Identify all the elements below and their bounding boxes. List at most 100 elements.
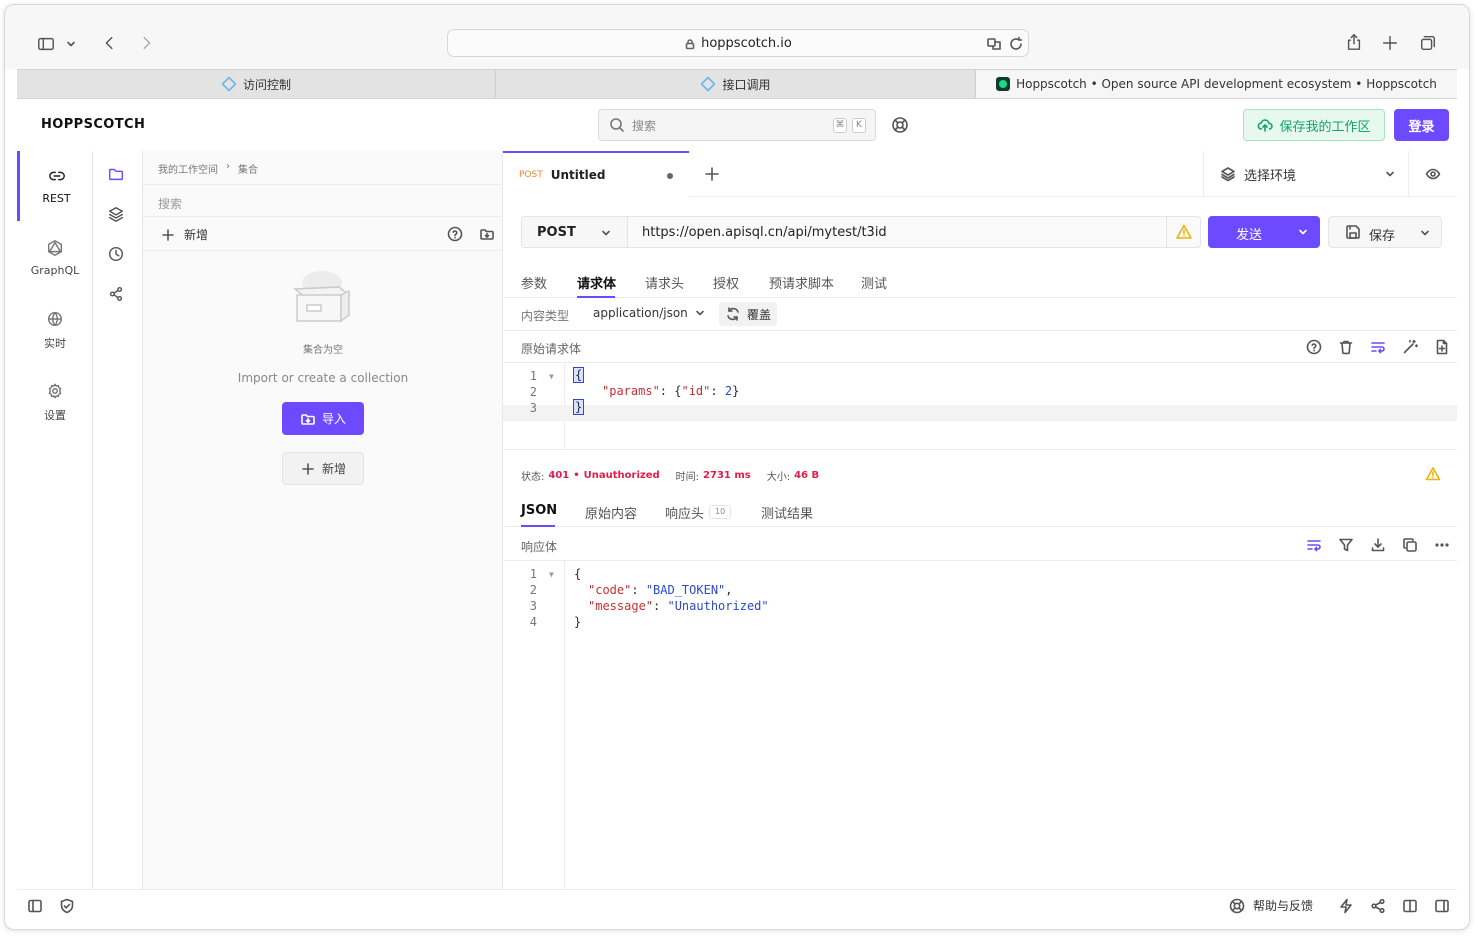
fold-arrow-icon[interactable]: ▼	[549, 570, 554, 579]
magic-wand-icon[interactable]	[1402, 339, 1418, 355]
trash-icon[interactable]	[1338, 339, 1354, 355]
secondary-nav	[93, 151, 143, 889]
nav-graphql[interactable]: GraphQL	[17, 223, 93, 293]
add-tab-icon[interactable]	[703, 165, 721, 183]
new-tab-icon[interactable]	[1381, 34, 1399, 52]
reload-icon[interactable]	[1008, 36, 1024, 52]
help-lifebuoy-icon[interactable]	[891, 116, 909, 134]
sidebar-collapse-icon[interactable]	[27, 898, 43, 914]
method-select[interactable]: POST	[521, 216, 627, 248]
help-icon[interactable]	[1306, 339, 1322, 355]
import-folder-icon[interactable]	[479, 226, 495, 242]
chevron-down-icon[interactable]	[65, 38, 77, 50]
create-collection-button[interactable]: 新增	[282, 452, 364, 485]
content-type-value: application/json	[593, 306, 688, 320]
folder-icon[interactable]	[107, 165, 125, 183]
layers-icon[interactable]	[107, 205, 125, 223]
line-number: 3	[529, 599, 537, 613]
search-placeholder: 搜索	[632, 119, 657, 133]
content-type-label: 内容类型	[521, 309, 570, 323]
history-icon[interactable]	[107, 245, 125, 263]
wrap-lines-icon[interactable]	[1370, 339, 1386, 355]
status-text: Unauthorized	[583, 470, 660, 481]
chevron-down-icon[interactable]	[1419, 227, 1431, 239]
environment-selector[interactable]: 选择环境	[1203, 151, 1409, 197]
lightning-icon[interactable]	[1338, 898, 1354, 914]
browser-tab-active[interactable]: Hoppscotch • Open source API development…	[976, 70, 1457, 98]
breadcrumb-collections[interactable]: 集合	[238, 161, 258, 176]
nav-rest[interactable]: REST	[17, 151, 93, 221]
tab-params[interactable]: 参数	[521, 273, 547, 292]
forward-icon[interactable]	[137, 34, 155, 52]
translate-icon[interactable]	[986, 36, 1002, 52]
eye-icon[interactable]	[1425, 166, 1441, 182]
url-input[interactable]: https://open.apisql.cn/api/mytest/t3id	[627, 216, 1201, 248]
warning-icon[interactable]	[1425, 466, 1441, 482]
save-request-button[interactable]: 保存	[1328, 216, 1442, 248]
line-number: 2	[529, 385, 537, 399]
time-value: 2731 ms	[703, 470, 751, 481]
content-type-select[interactable]: application/json	[593, 306, 706, 320]
request-body-editor[interactable]: 1 2 3 ▼ { "params": {"id": 2} }	[503, 363, 1457, 449]
share-icon[interactable]	[1345, 33, 1363, 51]
override-button[interactable]: 覆盖	[719, 302, 778, 326]
nav-settings[interactable]: 设置	[17, 367, 93, 437]
wrap-lines-icon[interactable]	[1306, 537, 1322, 553]
chevron-down-icon[interactable]	[1297, 226, 1309, 238]
share-nodes-icon[interactable]	[107, 285, 125, 303]
import-file-icon[interactable]	[1434, 339, 1450, 355]
tab-test-results[interactable]: 测试结果	[761, 503, 813, 522]
import-button[interactable]: 导入	[282, 402, 364, 435]
filter-icon[interactable]	[1338, 537, 1354, 553]
status-label: 状态:	[521, 472, 545, 483]
request-tab-untitled[interactable]: POST Untitled	[503, 151, 689, 197]
share-nodes-icon[interactable]	[1370, 898, 1386, 914]
breadcrumb-workspace[interactable]: 我的工作空间	[158, 161, 218, 176]
tab-tests[interactable]: 测试	[861, 273, 887, 292]
tab-response-headers[interactable]: 响应头	[665, 503, 704, 522]
download-icon[interactable]	[1370, 537, 1386, 553]
shield-check-icon[interactable]	[59, 898, 75, 914]
back-icon[interactable]	[101, 34, 119, 52]
tab-headers[interactable]: 请求头	[645, 273, 684, 292]
login-button[interactable]: 登录	[1394, 109, 1449, 141]
address-bar[interactable]: hoppscotch.io	[447, 29, 1029, 57]
help-feedback-button[interactable]: 帮助与反馈	[1229, 897, 1313, 914]
right-panel-icon[interactable]	[1434, 898, 1450, 914]
new-collection-button[interactable]: 新增	[160, 226, 208, 243]
raw-body-label: 原始请求体	[521, 342, 582, 356]
global-search[interactable]: 搜索 ⌘ K	[598, 109, 876, 141]
tab-overview-icon[interactable]	[1419, 34, 1437, 52]
copy-icon[interactable]	[1402, 537, 1418, 553]
tab-raw[interactable]: 原始内容	[585, 503, 637, 522]
nav-label: GraphQL	[30, 264, 80, 277]
url-warning[interactable]	[1166, 217, 1202, 247]
tab-json[interactable]: JSON	[521, 503, 557, 518]
help-icon[interactable]	[447, 226, 463, 242]
tab-body[interactable]: 请求体	[577, 273, 616, 292]
save-workspace-button[interactable]: 保存我的工作区	[1243, 109, 1385, 141]
browser-tab[interactable]: 访问控制	[17, 70, 496, 98]
fold-arrow-icon[interactable]: ▼	[549, 372, 554, 381]
request-tabs: POST Untitled 选择环境	[503, 151, 1457, 197]
url-value: https://open.apisql.cn/api/mytest/t3id	[642, 225, 887, 240]
status-dot: •	[573, 470, 580, 481]
nav-realtime[interactable]: 实时	[17, 295, 93, 365]
environment-label: 选择环境	[1244, 168, 1297, 184]
sidebar-toggle-icon[interactable]	[37, 35, 55, 53]
plus-icon	[302, 462, 314, 475]
more-options-icon[interactable]	[1434, 537, 1450, 553]
chevron-down-icon	[602, 230, 610, 236]
app-logo[interactable]: HOPPSCOTCH	[41, 117, 145, 132]
shortcut-key: ⌘	[833, 118, 847, 133]
nav-label: 设置	[44, 408, 66, 422]
collections-search-input[interactable]: 搜索	[143, 184, 503, 217]
tab-authorization[interactable]: 授权	[713, 273, 739, 292]
tab-pre-request-script[interactable]: 预请求脚本	[769, 273, 834, 292]
browser-tab[interactable]: 接口调用	[496, 70, 976, 98]
split-view-icon[interactable]	[1402, 898, 1418, 914]
create-collection-label: 新增	[321, 462, 346, 476]
response-body-viewer[interactable]: 1 2 3 4 ▼ { "code": "BAD_TOKEN", "messag…	[503, 561, 1457, 889]
help-feedback-label: 帮助与反馈	[1253, 899, 1314, 913]
send-button[interactable]: 发送	[1208, 216, 1320, 248]
